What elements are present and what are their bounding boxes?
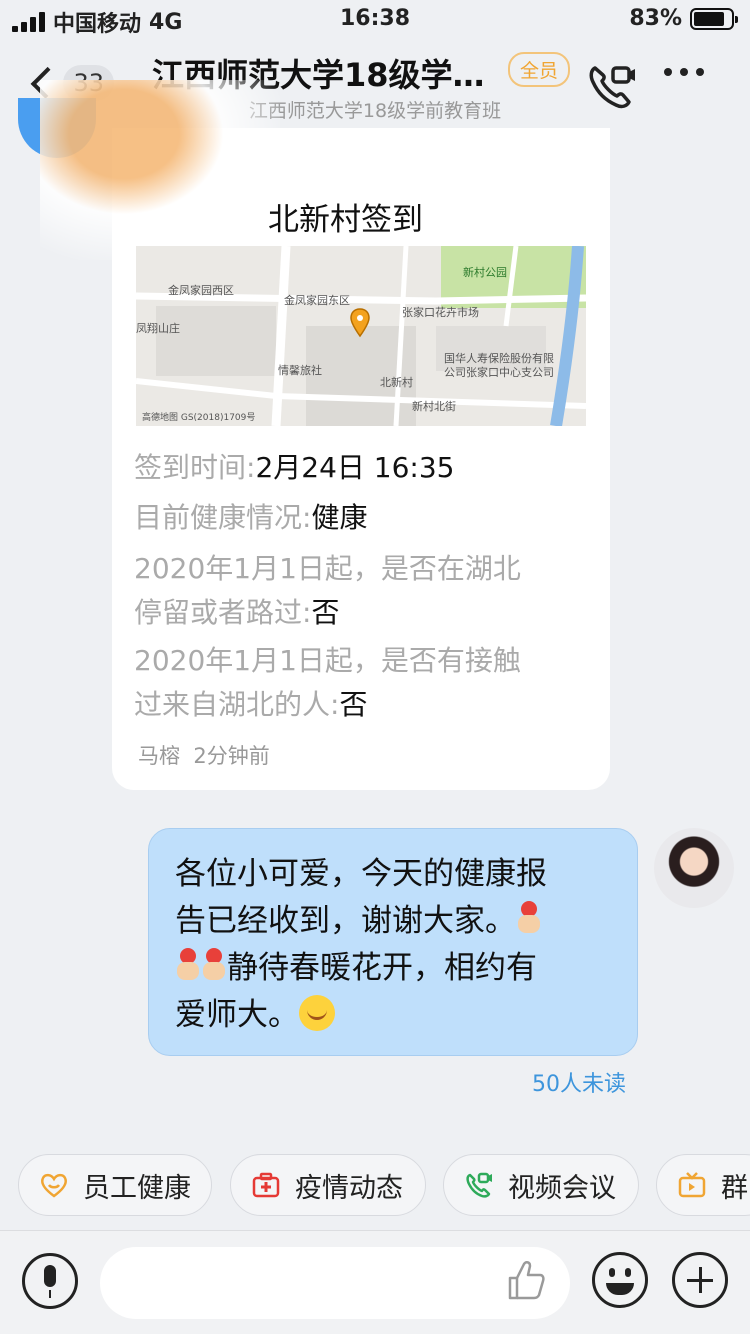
checkin-title: 北新村签到 <box>268 202 423 238</box>
map-credit: 高德地图 GS(2018)1709号 <box>142 413 256 423</box>
plus-icon[interactable] <box>672 1252 728 1308</box>
field-label-line1: 2020年1月1日起，是否有接触 <box>134 644 521 677</box>
field-health-status: 目前健康情况:健康 <box>134 496 367 540</box>
field-value: 2月24日 16:35 <box>255 451 455 484</box>
flower-hand-emoji-icon <box>175 948 201 982</box>
message-input[interactable] <box>100 1247 570 1319</box>
map-label-village: 北新村 <box>380 376 413 389</box>
map-label-mountain: 凤翔山庄 <box>136 322 180 335</box>
heart-smile-icon <box>41 1173 67 1198</box>
message-line: 告已经收到，谢谢大家。 <box>175 903 516 939</box>
phone-video-icon[interactable] <box>585 60 637 112</box>
battery-fill <box>694 11 724 26</box>
field-value: 否 <box>339 688 368 721</box>
quick-action-employee-health[interactable]: 员工健康 <box>18 1154 212 1216</box>
field-value: 健康 <box>311 501 368 534</box>
sender-name: 马榕 <box>138 744 180 768</box>
mic-icon[interactable] <box>22 1253 78 1309</box>
field-checkin-time: 签到时间:2月24日 16:35 <box>134 446 454 490</box>
dot <box>680 68 688 76</box>
flower-hand-emoji-icon <box>201 948 227 982</box>
flower-hand-emoji-icon <box>516 901 542 935</box>
map-label-park: 新村公园 <box>463 266 507 279</box>
smile-emoji-icon <box>299 995 335 1031</box>
map-label-market: 张家口花卉市场 <box>402 306 479 319</box>
map-label-insurance-2: 公司张家口中心支公司 <box>444 366 554 379</box>
status-bar: 中国移动 4G 16:38 83% <box>0 0 750 40</box>
my-message-bubble[interactable]: 各位小可爱，今天的健康报 告已经收到，谢谢大家。 静待春暖花开，相约有 爱师大。 <box>148 828 638 1056</box>
card-sender-info: 马榕 2分钟前 <box>138 740 270 770</box>
field-label: 签到时间: <box>134 451 256 484</box>
thumbs-up-icon[interactable] <box>506 1258 546 1302</box>
all-members-tag: 全员 <box>508 52 571 87</box>
location-map[interactable]: 新村公园 金凤家园西区 金凤家园东区 张家口花卉市场 凤翔山庄 情馨旅社 北新村… <box>136 246 586 426</box>
field-label-line1: 2020年1月1日起，是否在湖北 <box>134 552 521 585</box>
message-line: 静待春暖花开，相约有 <box>227 950 537 986</box>
location-pin-icon <box>350 308 370 338</box>
field-label-line2: 过来自湖北的人: <box>134 688 340 721</box>
map-label-east: 金凤家园东区 <box>284 294 350 307</box>
quick-action-epidemic-news[interactable]: 疫情动态 <box>230 1154 426 1216</box>
field-value: 否 <box>311 596 340 629</box>
unread-status[interactable]: 50人未读 <box>532 1066 626 1098</box>
quick-action-group[interactable]: 群 <box>656 1154 750 1216</box>
status-right: 83% <box>629 6 738 31</box>
map-label-hotel: 情馨旅社 <box>278 364 322 377</box>
quick-action-label: 视频会议 <box>508 1172 616 1204</box>
privacy-blur <box>40 80 280 260</box>
quick-action-label: 群 <box>721 1172 748 1204</box>
quick-action-label: 疫情动态 <box>295 1172 403 1204</box>
message-line: 爱师大。 <box>175 997 299 1033</box>
my-avatar[interactable] <box>654 828 734 908</box>
quick-action-video-meeting[interactable]: 视频会议 <box>443 1154 639 1216</box>
quick-action-label: 员工健康 <box>83 1172 191 1204</box>
medical-kit-icon <box>252 1172 280 1198</box>
more-options-button[interactable] <box>664 68 704 76</box>
battery-percent: 83% <box>629 6 682 31</box>
message-line: 各位小可爱，今天的健康报 <box>175 856 547 892</box>
battery-icon <box>690 7 738 30</box>
field-hubei-contact: 2020年1月1日起，是否有接触 过来自湖北的人:否 <box>134 639 521 727</box>
field-label-line2: 停留或者路过: <box>134 596 312 629</box>
video-call-icon <box>466 1172 492 1198</box>
dot <box>664 68 672 76</box>
field-hubei-stay: 2020年1月1日起，是否在湖北 停留或者路过:否 <box>134 547 521 635</box>
emoji-icon[interactable] <box>592 1252 648 1308</box>
tv-icon <box>678 1172 706 1198</box>
field-label: 目前健康情况: <box>134 501 312 534</box>
sent-time: 2分钟前 <box>193 744 270 768</box>
map-label-street: 新村北街 <box>412 400 456 413</box>
map-label-west: 金凤家园西区 <box>168 284 234 297</box>
dot <box>696 68 704 76</box>
